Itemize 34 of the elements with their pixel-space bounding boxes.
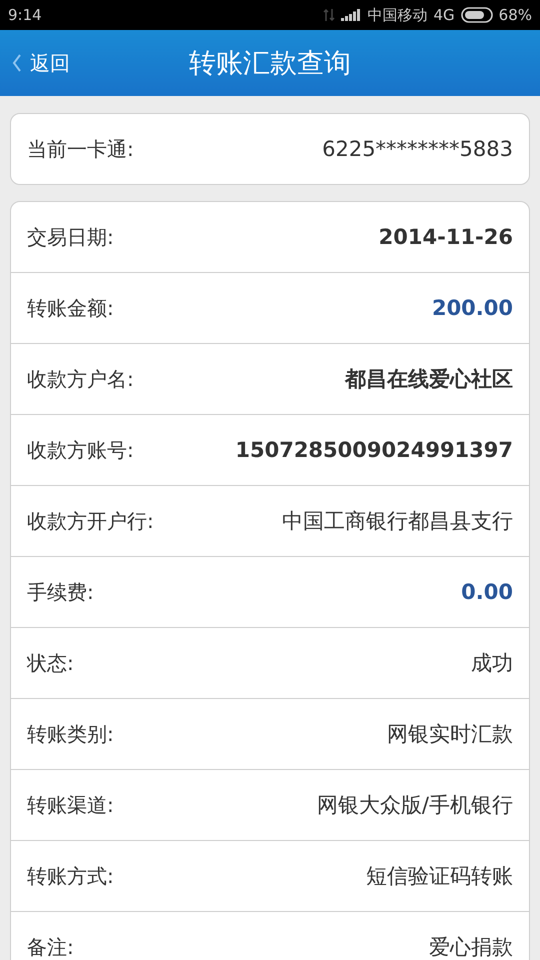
field-value: 网银大众版/手机银行 (316, 792, 513, 819)
field-label: 收款方户名: (27, 366, 134, 392)
field-value: 成功 (471, 650, 513, 677)
field-label: 手续费: (27, 578, 94, 606)
field-value: 中国工商银行都昌县支行 (282, 508, 513, 535)
data-arrows-icon (323, 8, 336, 22)
field-label: 状态: (27, 650, 74, 676)
field-label: 当前一卡通: (27, 136, 134, 162)
field-value: 200.00 (432, 296, 513, 320)
field-value: 0.00 (461, 580, 513, 604)
field-value: 1507285009024991397 (235, 438, 513, 462)
network-type: 4G (433, 6, 455, 24)
field-label: 转账类别: (27, 720, 114, 748)
field-value: 都昌在线爱心社区 (345, 366, 513, 393)
status-time: 9:14 (8, 6, 42, 24)
field-value: 网银实时汇款 (387, 721, 513, 748)
field-label: 备注: (27, 934, 74, 960)
back-button[interactable]: 返回 (0, 50, 70, 76)
field-label: 转账方式: (27, 862, 114, 890)
field-value: 2014-11-26 (378, 225, 513, 249)
card-number: 6225********5883 (322, 137, 513, 161)
field-label: 收款方开户行: (27, 508, 154, 534)
battery-icon (460, 7, 493, 23)
field-label: 交易日期: (27, 224, 114, 250)
field-label: 转账渠道: (27, 792, 114, 818)
signal-icon (341, 9, 362, 21)
carrier-name: 中国移动 (367, 6, 428, 24)
field-value: 爱心捐款 (429, 934, 513, 960)
field-label: 转账金额: (27, 294, 114, 322)
page-title: 转账汇款查询 (189, 47, 351, 81)
battery-level: 68% (498, 6, 532, 24)
chevron-left-icon (12, 54, 22, 72)
field-label: 收款方账号: (27, 436, 134, 464)
field-value: 短信验证码转账 (366, 863, 513, 890)
